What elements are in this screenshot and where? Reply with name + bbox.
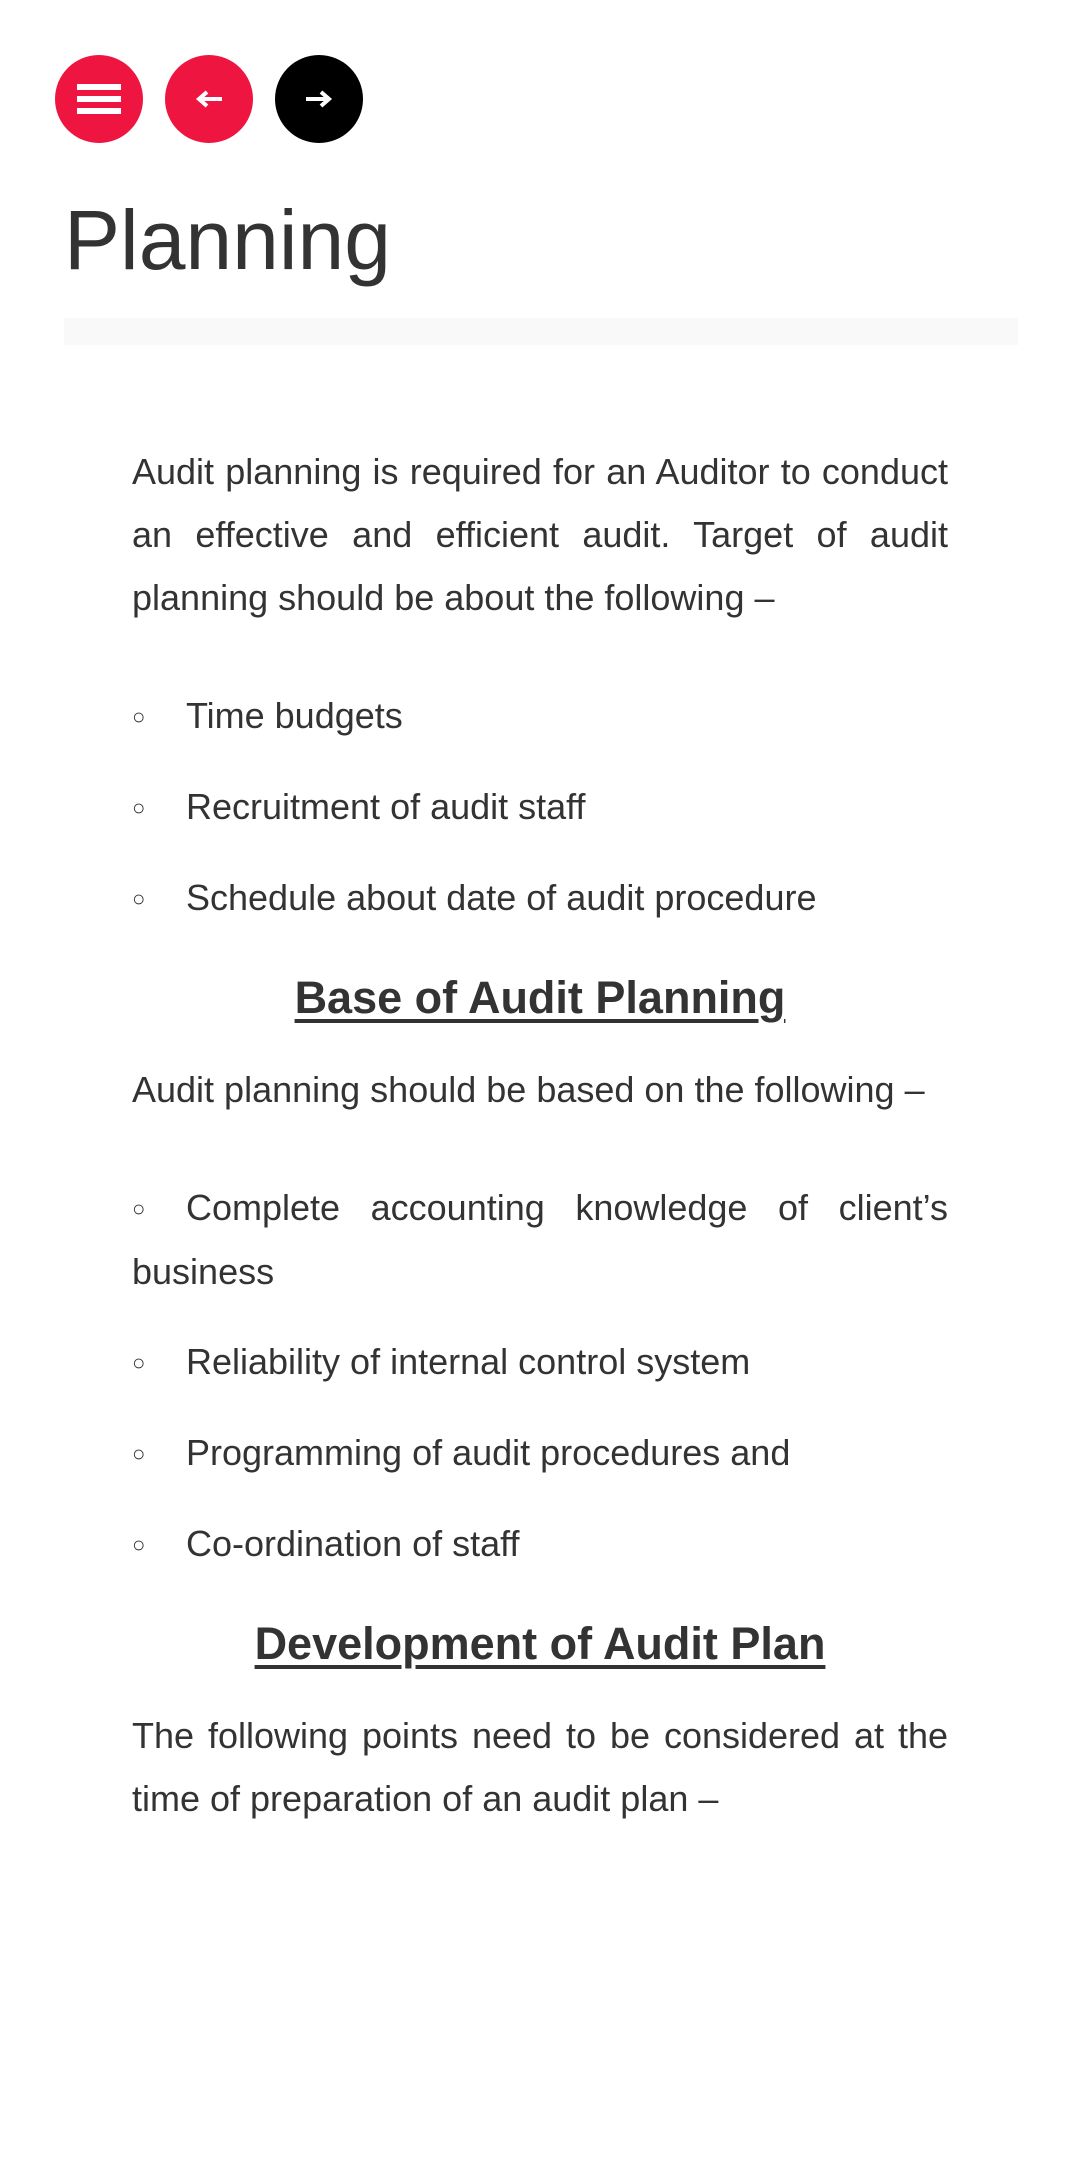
title-divider bbox=[64, 318, 1018, 345]
list-item: ○ Programming of audit procedures and bbox=[132, 1421, 948, 1485]
list-item-text: Reliability of internal control system bbox=[186, 1341, 751, 1382]
circle-bullet-icon: ○ bbox=[132, 1532, 146, 1557]
circle-bullet-icon: ○ bbox=[132, 704, 146, 729]
hamburger-menu-icon bbox=[77, 84, 121, 114]
section-heading-development: Development of Audit Plan bbox=[254, 1618, 826, 1669]
circle-bullet-icon: ○ bbox=[132, 795, 146, 820]
list-item: ○ Time budgets bbox=[132, 684, 948, 748]
base-paragraph: Audit planning should be based on the fo… bbox=[132, 1069, 925, 1110]
circle-bullet-icon: ○ bbox=[132, 1441, 146, 1466]
arrow-right-icon bbox=[304, 89, 334, 109]
list-item: ○ Schedule about date of audit procedure bbox=[132, 866, 948, 930]
list-item-text: Recruitment of audit staff bbox=[186, 786, 586, 827]
section-heading-base: Base of Audit Planning bbox=[294, 972, 786, 1023]
page-title: Planning bbox=[64, 193, 391, 287]
list-item-text: Time budgets bbox=[186, 695, 403, 736]
list-item: ○ Recruitment of audit staff bbox=[132, 775, 948, 839]
circle-bullet-icon: ○ bbox=[132, 1196, 146, 1221]
development-paragraph: The following points need to be consider… bbox=[132, 1715, 948, 1819]
circle-bullet-icon: ○ bbox=[132, 1350, 146, 1375]
next-page-button[interactable] bbox=[275, 55, 363, 143]
list-item-text: Complete accounting knowledge of client’… bbox=[132, 1187, 948, 1292]
list-item: ○ Complete accounting knowledge of client… bbox=[132, 1176, 948, 1303]
intro-paragraph: Audit planning is required for an Audito… bbox=[132, 451, 948, 618]
list-item-text: Co-ordination of staff bbox=[186, 1523, 520, 1564]
article-content: Audit planning is required for an Audito… bbox=[132, 440, 948, 1885]
previous-page-button[interactable] bbox=[165, 55, 253, 143]
list-item: ○ Co-ordination of staff bbox=[132, 1512, 948, 1576]
circle-bullet-icon: ○ bbox=[132, 886, 146, 911]
menu-button[interactable] bbox=[55, 55, 143, 143]
list-item: ○ Reliability of internal control system bbox=[132, 1330, 948, 1394]
list-item-text: Schedule about date of audit procedure bbox=[186, 877, 817, 918]
list-item-text: Programming of audit procedures and bbox=[186, 1432, 791, 1473]
arrow-left-icon bbox=[194, 89, 224, 109]
